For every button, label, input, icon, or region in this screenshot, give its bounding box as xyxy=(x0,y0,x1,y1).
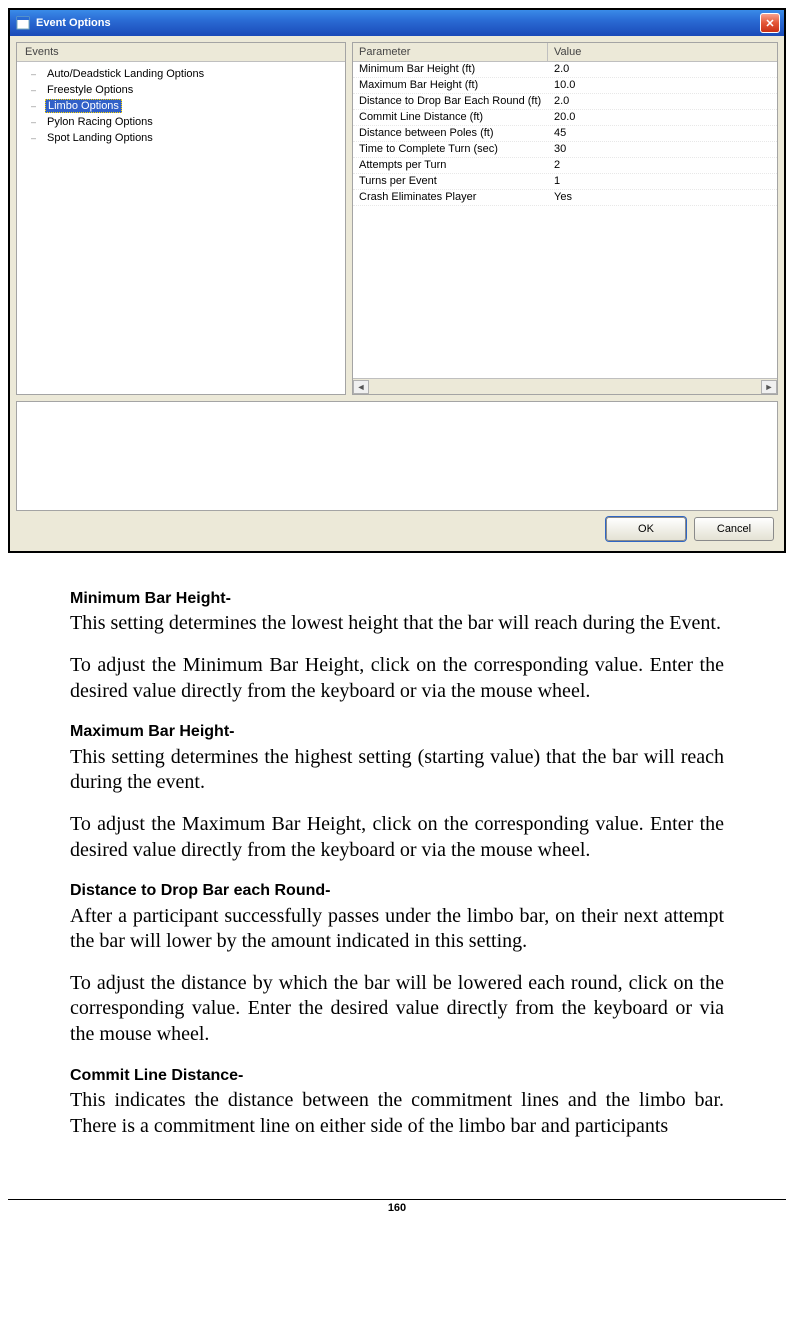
paragraph: To adjust the distance by which the bar … xyxy=(70,971,724,1048)
close-button[interactable]: ✕ xyxy=(760,13,780,33)
window-title: Event Options xyxy=(36,17,111,29)
column-header-parameter[interactable]: Parameter xyxy=(353,43,548,61)
param-name: Distance between Poles (ft) xyxy=(353,126,548,141)
param-name: Commit Line Distance (ft) xyxy=(353,110,548,125)
tree-label: Auto/Deadstick Landing Options xyxy=(45,68,206,80)
description-pane xyxy=(16,401,778,511)
parameters-pane: Parameter Value Minimum Bar Height (ft) … xyxy=(352,42,778,395)
param-value[interactable]: 2.0 xyxy=(548,94,777,109)
param-value[interactable]: Yes xyxy=(548,190,777,205)
titlebar[interactable]: Event Options ✕ xyxy=(10,10,784,36)
table-row[interactable]: Commit Line Distance (ft) 20.0 xyxy=(353,110,777,126)
param-value[interactable]: 45 xyxy=(548,126,777,141)
chevron-right-icon: ► xyxy=(765,382,774,392)
dialog-button-row: OK Cancel xyxy=(16,511,778,545)
cancel-button[interactable]: Cancel xyxy=(694,517,774,541)
parameters-header: Parameter Value xyxy=(353,43,777,62)
paragraph: To adjust the Maximum Bar Height, click … xyxy=(70,812,724,863)
param-name: Turns per Event xyxy=(353,174,548,189)
paragraph: This setting determines the highest sett… xyxy=(70,745,724,796)
scroll-left-button[interactable]: ◄ xyxy=(353,380,369,394)
table-row[interactable]: Distance to Drop Bar Each Round (ft) 2.0 xyxy=(353,94,777,110)
event-options-dialog: Event Options ✕ Events – Auto/Deadstick … xyxy=(8,8,786,553)
paragraph: After a participant successfully passes … xyxy=(70,904,724,955)
tree-label: Spot Landing Options xyxy=(45,132,155,144)
horizontal-scrollbar[interactable]: ◄ ► xyxy=(353,378,777,394)
documentation-text: Minimum Bar Height- This setting determi… xyxy=(8,573,786,1139)
tree-item-limbo[interactable]: – Limbo Options xyxy=(17,98,345,114)
tree-item-auto-deadstick[interactable]: – Auto/Deadstick Landing Options xyxy=(17,66,345,82)
tree-label: Limbo Options xyxy=(45,99,122,113)
events-tree-pane: Events – Auto/Deadstick Landing Options … xyxy=(16,42,346,395)
tree-item-pylon-racing[interactable]: – Pylon Racing Options xyxy=(17,114,345,130)
param-name: Distance to Drop Bar Each Round (ft) xyxy=(353,94,548,109)
param-name: Minimum Bar Height (ft) xyxy=(353,62,548,77)
parameters-table: Minimum Bar Height (ft) 2.0 Maximum Bar … xyxy=(353,62,777,378)
close-icon: ✕ xyxy=(765,17,774,30)
param-name: Crash Eliminates Player xyxy=(353,190,548,205)
page-footer: 160 xyxy=(8,1199,786,1214)
tree-label: Freestyle Options xyxy=(45,84,135,96)
table-row[interactable]: Minimum Bar Height (ft) 2.0 xyxy=(353,62,777,78)
table-row[interactable]: Crash Eliminates Player Yes xyxy=(353,190,777,206)
tree-item-freestyle[interactable]: – Freestyle Options xyxy=(17,82,345,98)
table-row[interactable]: Time to Complete Turn (sec) 30 xyxy=(353,142,777,158)
tree-bullet-icon: – xyxy=(31,85,39,95)
paragraph: This setting determines the lowest heigh… xyxy=(70,611,724,637)
param-value[interactable]: 1 xyxy=(548,174,777,189)
tree-bullet-icon: – xyxy=(31,69,39,79)
page-number: 160 xyxy=(388,1202,406,1214)
tree-bullet-icon: – xyxy=(31,117,39,127)
events-tree-list: – Auto/Deadstick Landing Options – Frees… xyxy=(17,62,345,394)
tree-label: Pylon Racing Options xyxy=(45,116,155,128)
param-value[interactable]: 30 xyxy=(548,142,777,157)
heading-max-bar-height: Maximum Bar Height- xyxy=(70,722,724,742)
param-value[interactable]: 2.0 xyxy=(548,62,777,77)
param-value[interactable]: 2 xyxy=(548,158,777,173)
tree-bullet-icon: – xyxy=(31,101,39,111)
paragraph: This indicates the distance between the … xyxy=(70,1088,724,1139)
table-row[interactable]: Maximum Bar Height (ft) 10.0 xyxy=(353,78,777,94)
heading-distance-drop: Distance to Drop Bar each Round- xyxy=(70,881,724,901)
param-value[interactable]: 20.0 xyxy=(548,110,777,125)
param-name: Maximum Bar Height (ft) xyxy=(353,78,548,93)
param-value[interactable]: 10.0 xyxy=(548,78,777,93)
table-row[interactable]: Turns per Event 1 xyxy=(353,174,777,190)
tree-bullet-icon: – xyxy=(31,133,39,143)
column-header-value[interactable]: Value xyxy=(548,43,777,61)
chevron-left-icon: ◄ xyxy=(357,382,366,392)
events-tree-header[interactable]: Events xyxy=(17,43,345,62)
paragraph: To adjust the Minimum Bar Height, click … xyxy=(70,653,724,704)
tree-item-spot-landing[interactable]: – Spot Landing Options xyxy=(17,130,345,146)
table-row[interactable]: Distance between Poles (ft) 45 xyxy=(353,126,777,142)
heading-min-bar-height: Minimum Bar Height- xyxy=(70,589,724,609)
param-name: Time to Complete Turn (sec) xyxy=(353,142,548,157)
table-row[interactable]: Attempts per Turn 2 xyxy=(353,158,777,174)
ok-button[interactable]: OK xyxy=(606,517,686,541)
window-icon xyxy=(16,16,30,30)
heading-commit-line: Commit Line Distance- xyxy=(70,1066,724,1086)
scroll-right-button[interactable]: ► xyxy=(761,380,777,394)
param-name: Attempts per Turn xyxy=(353,158,548,173)
